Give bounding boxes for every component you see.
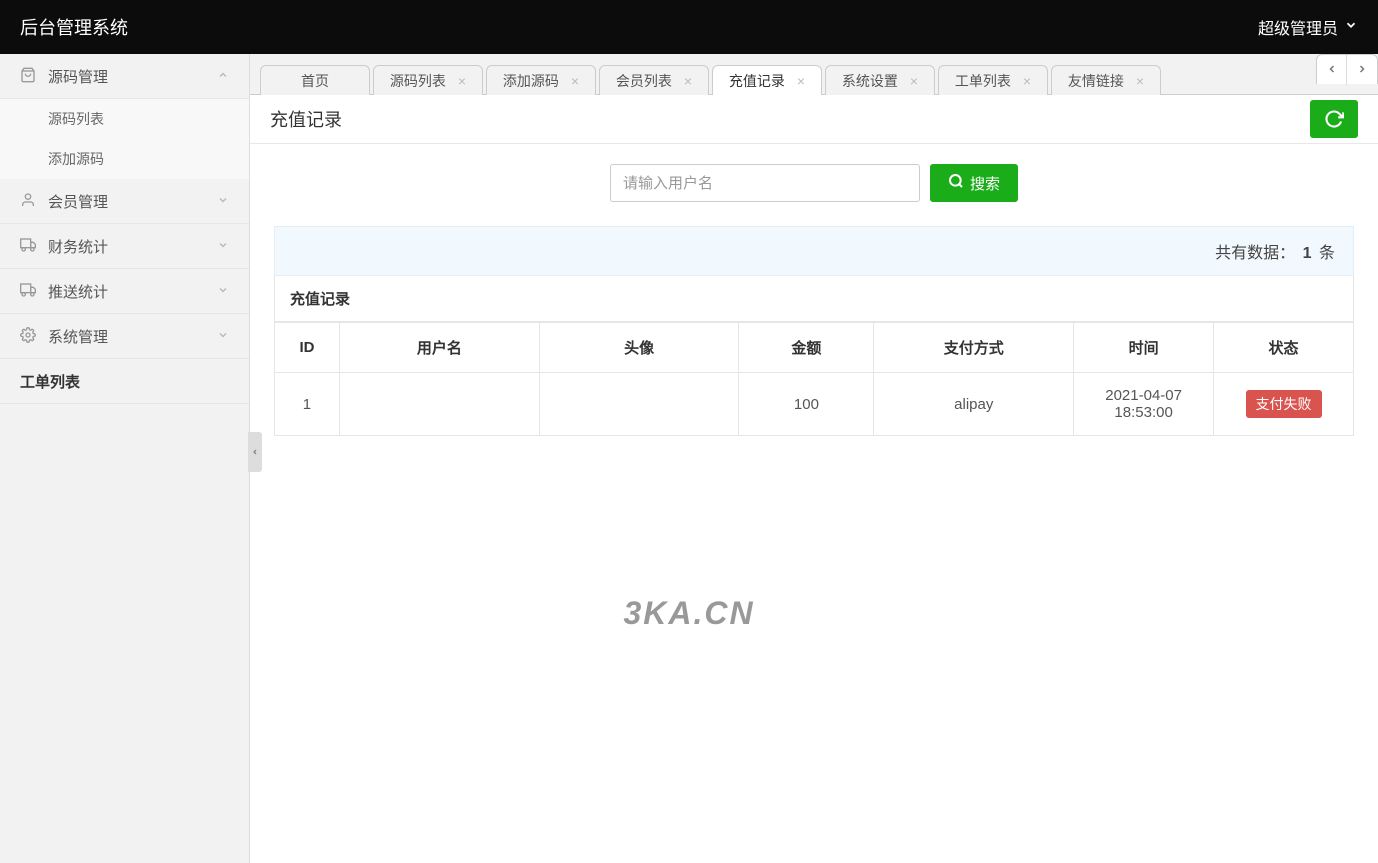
user-icon <box>20 192 38 211</box>
tab-label: 充值记录 <box>729 71 785 91</box>
table-header-row: ID 用户名 头像 金额 支付方式 时间 状态 <box>275 323 1354 373</box>
data-summary: 共有数据： 1 条 <box>274 226 1354 276</box>
data-table: ID 用户名 头像 金额 支付方式 时间 状态 1 100 alipay 202… <box>274 322 1354 436</box>
sidebar-sub-label: 源码列表 <box>48 109 104 129</box>
sidebar-collapse-handle[interactable] <box>248 432 262 472</box>
tab-friend-links[interactable]: 友情链接 × <box>1051 65 1161 95</box>
tabs-scroll-right-button[interactable] <box>1347 55 1377 85</box>
summary-prefix: 共有数据： <box>1215 245 1295 262</box>
search-input[interactable] <box>610 164 920 202</box>
summary-count: 1 <box>1303 245 1312 262</box>
chevron-down-icon <box>217 239 229 254</box>
user-menu[interactable]: 超级管理员 <box>1258 15 1358 39</box>
sidebar-item-member[interactable]: 会员管理 <box>0 179 249 224</box>
th-amount: 金额 <box>739 323 874 373</box>
tab-home[interactable]: 首页 <box>260 65 370 95</box>
panel-title: 充值记录 <box>274 276 1354 322</box>
close-icon[interactable]: × <box>1136 73 1144 89</box>
tab-label: 源码列表 <box>390 71 446 91</box>
th-status: 状态 <box>1214 323 1354 373</box>
chevron-up-icon <box>217 69 229 84</box>
cell-username <box>339 373 539 436</box>
app-title: 后台管理系统 <box>20 14 128 40</box>
tab-label: 友情链接 <box>1068 71 1124 91</box>
search-icon <box>948 173 964 193</box>
th-paymethod: 支付方式 <box>874 323 1074 373</box>
tab-system-settings[interactable]: 系统设置 × <box>825 65 935 95</box>
sidebar-item-label: 推送统计 <box>48 281 217 302</box>
table-row: 1 100 alipay 2021-04-07 18:53:00 支付失败 <box>275 373 1354 436</box>
tab-ticket-list[interactable]: 工单列表 × <box>938 65 1048 95</box>
search-button[interactable]: 搜索 <box>930 164 1018 202</box>
close-icon[interactable]: × <box>458 73 466 89</box>
search-row: 搜索 <box>274 164 1354 202</box>
cell-status: 支付失败 <box>1214 373 1354 436</box>
tab-label: 会员列表 <box>616 71 672 91</box>
tab-label: 首页 <box>301 71 329 91</box>
tab-label: 工单列表 <box>955 71 1011 91</box>
user-label: 超级管理员 <box>1258 15 1338 39</box>
sidebar: 源码管理 源码列表 添加源码 会员管理 财务统计 推送统计 <box>0 54 250 863</box>
top-header: 后台管理系统 超级管理员 <box>0 0 1378 54</box>
main-area: 首页 源码列表 × 添加源码 × 会员列表 × 充值记录 × 系统设置 × 工单… <box>250 54 1378 863</box>
sidebar-sub-add-source[interactable]: 添加源码 <box>0 139 249 179</box>
sidebar-item-source[interactable]: 源码管理 <box>0 54 249 99</box>
page-header: 充值记录 <box>250 94 1378 144</box>
sidebar-item-label: 源码管理 <box>48 66 217 87</box>
page-title: 充值记录 <box>270 106 342 132</box>
bag-icon <box>20 67 38 86</box>
th-id: ID <box>275 323 340 373</box>
chevron-down-icon <box>217 329 229 344</box>
th-avatar: 头像 <box>539 323 739 373</box>
sidebar-item-label: 系统管理 <box>48 326 217 347</box>
cell-avatar <box>539 373 739 436</box>
sidebar-item-label: 会员管理 <box>48 191 217 212</box>
th-username: 用户名 <box>339 323 539 373</box>
sidebar-item-ticket[interactable]: 工单列表 <box>0 359 249 404</box>
th-time: 时间 <box>1074 323 1214 373</box>
gear-icon <box>20 327 38 346</box>
chevron-down-icon <box>1344 18 1358 37</box>
tabs-bar: 首页 源码列表 × 添加源码 × 会员列表 × 充值记录 × 系统设置 × 工单… <box>250 54 1378 94</box>
close-icon[interactable]: × <box>571 73 579 89</box>
tabs-scroll-left-button[interactable] <box>1317 55 1347 85</box>
close-icon[interactable]: × <box>1023 73 1031 89</box>
cell-id: 1 <box>275 373 340 436</box>
close-icon[interactable]: × <box>797 73 805 89</box>
close-icon[interactable]: × <box>684 73 692 89</box>
summary-suffix: 条 <box>1319 245 1335 262</box>
sidebar-item-push[interactable]: 推送统计 <box>0 269 249 314</box>
tab-label: 添加源码 <box>503 71 559 91</box>
sidebar-item-system[interactable]: 系统管理 <box>0 314 249 359</box>
chevron-down-icon <box>217 194 229 209</box>
tab-add-source[interactable]: 添加源码 × <box>486 65 596 95</box>
truck-icon <box>20 282 38 301</box>
tab-label: 系统设置 <box>842 71 898 91</box>
sidebar-item-label: 工单列表 <box>20 371 80 392</box>
sidebar-sub-source-list[interactable]: 源码列表 <box>0 99 249 139</box>
cell-amount: 100 <box>739 373 874 436</box>
tab-member-list[interactable]: 会员列表 × <box>599 65 709 95</box>
content-area: 搜索 共有数据： 1 条 充值记录 ID 用户名 头像 金额 支付方式 时间 状… <box>250 144 1378 863</box>
tab-source-list[interactable]: 源码列表 × <box>373 65 483 95</box>
sidebar-item-finance[interactable]: 财务统计 <box>0 224 249 269</box>
sidebar-sub-label: 添加源码 <box>48 149 104 169</box>
search-button-label: 搜索 <box>970 173 1000 194</box>
chevron-down-icon <box>217 284 229 299</box>
tab-recharge-record[interactable]: 充值记录 × <box>712 65 822 95</box>
close-icon[interactable]: × <box>910 73 918 89</box>
cell-time: 2021-04-07 18:53:00 <box>1074 373 1214 436</box>
status-badge: 支付失败 <box>1246 390 1322 418</box>
sidebar-item-label: 财务统计 <box>48 236 217 257</box>
truck-icon <box>20 237 38 256</box>
cell-paymethod: alipay <box>874 373 1074 436</box>
tabs-nav <box>1316 54 1378 84</box>
refresh-button[interactable] <box>1310 100 1358 138</box>
